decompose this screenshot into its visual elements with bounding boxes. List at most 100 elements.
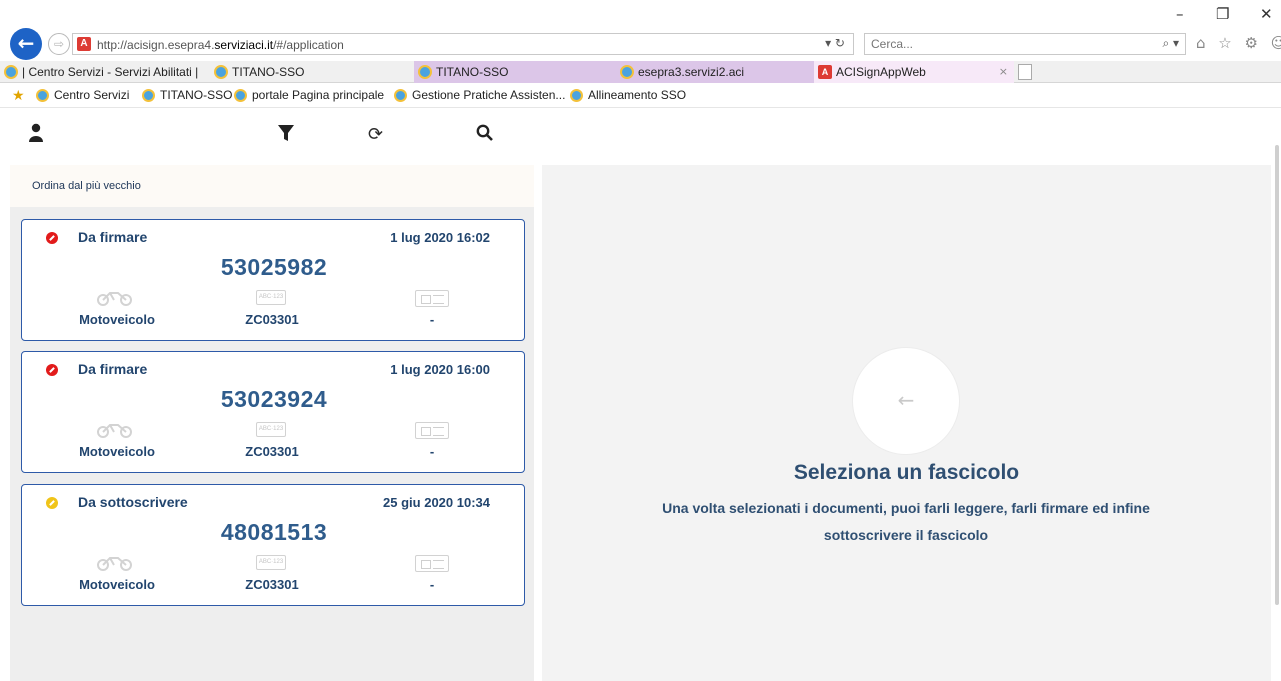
forward-button[interactable]: ⇨	[48, 33, 70, 55]
id-document-icon	[415, 290, 449, 307]
ie-icon	[394, 89, 407, 102]
tab-titano-sso-2[interactable]: TITANO-SSO	[414, 61, 616, 83]
ie-icon	[4, 65, 18, 79]
card-date: 1 lug 2020 16:02	[390, 230, 490, 245]
scroll-thumb[interactable]	[1275, 145, 1279, 605]
sort-bar: Ordina dal più vecchio	[10, 165, 534, 207]
fav-gestione-pratiche[interactable]: Gestione Pratiche Assisten...	[394, 88, 565, 102]
arrow-left-icon: ←	[897, 388, 915, 412]
search-icon[interactable]	[476, 123, 494, 148]
address-row: ← ⇨ A http://acisign.esepra4.serviziaci.…	[0, 26, 1281, 62]
angular-site-icon: A	[77, 37, 91, 51]
vehicle-type: Motoveicolo	[79, 577, 155, 592]
refresh-dropdown-icon[interactable]: ▾ ↻	[825, 36, 845, 50]
app-toolbar: ⟳	[10, 115, 1271, 165]
ie-icon	[36, 89, 49, 102]
tab-close-icon[interactable]: ×	[999, 61, 1008, 83]
restore-button[interactable]: ❐	[1216, 6, 1229, 22]
tab-titano-sso-1[interactable]: TITANO-SSO	[210, 61, 414, 83]
plate-icon: ABC·123	[256, 422, 286, 437]
fascicolo-card[interactable]: Da firmare 1 lug 2020 16:00 53023924 ABC…	[21, 351, 525, 473]
close-window-button[interactable]: ✕	[1260, 6, 1273, 22]
ie-icon	[234, 89, 247, 102]
ie-icon	[570, 89, 583, 102]
status-yellow-icon	[46, 497, 58, 509]
fav-label: Gestione Pratiche Assisten...	[412, 88, 566, 102]
home-favorites-settings-icons[interactable]: ⌂ ☆ ⚙ ☺	[1196, 34, 1281, 52]
tab-label: | Centro Servizi - Servizi Abilitati |	[22, 65, 199, 79]
fav-portale[interactable]: portale Pagina principale	[234, 88, 384, 102]
fav-label: TITANO-SSO	[160, 88, 233, 102]
filter-icon[interactable]	[278, 123, 294, 148]
status-label: Da firmare	[78, 361, 148, 377]
back-button[interactable]: ←	[10, 28, 42, 60]
url-domain: serviziaci.it	[214, 38, 274, 52]
address-bar[interactable]: A http://acisign.esepra4.serviziaci.it/#…	[72, 33, 854, 55]
document-code: -	[429, 577, 435, 592]
empty-state-message: Una volta selezionati i documenti, puoi …	[662, 500, 1150, 543]
fav-allineamento-sso[interactable]: Allineamento SSO	[570, 88, 686, 102]
search-dropdown-icon[interactable]: ⌕ ▾	[1162, 36, 1179, 51]
plate-code: ZC03301	[245, 444, 299, 459]
fav-label: portale Pagina principale	[252, 88, 385, 102]
arrow-right-icon: ⇨	[53, 37, 65, 51]
empty-state-title: Seleziona un fascicolo	[793, 461, 1020, 484]
id-document-icon	[415, 555, 449, 572]
tab-label: TITANO-SSO	[232, 65, 305, 79]
detail-panel: ← Seleziona un fascicolo Una volta selez…	[542, 165, 1271, 681]
plate-icon: ABC·123	[256, 290, 286, 305]
panel-divider	[534, 165, 542, 681]
ie-icon	[214, 65, 228, 79]
document-code: -	[429, 312, 435, 327]
card-date: 1 lug 2020 16:00	[390, 362, 490, 377]
id-document-icon	[415, 422, 449, 439]
refresh-icon[interactable]: ⟳	[368, 123, 383, 147]
plate-icon: ABC·123	[256, 555, 286, 570]
angular-icon: A	[818, 65, 832, 79]
vehicle-type: Motoveicolo	[79, 312, 155, 327]
url-prefix: http://acisign.esepra4.	[97, 38, 215, 52]
search-input[interactable]	[871, 37, 1131, 51]
arrow-left-icon: ←	[17, 31, 35, 55]
fav-label: Centro Servizi	[54, 88, 130, 102]
ie-icon	[142, 89, 155, 102]
sort-oldest-link[interactable]: Ordina dal più vecchio	[32, 180, 141, 192]
card-number: 53025982	[220, 254, 328, 280]
favorites-bar: ★ Centro Servizi TITANO-SSO portale Pagi…	[0, 84, 1281, 108]
tab-acisignappweb[interactable]: A ACISignAppWeb ×	[814, 61, 1014, 83]
tab-centro-servizi[interactable]: | Centro Servizi - Servizi Abilitati |	[0, 61, 210, 83]
tab-label: ACISignAppWeb	[836, 65, 926, 79]
user-icon[interactable]	[28, 123, 44, 148]
empty-state-circle: ←	[852, 347, 960, 455]
fascicoli-list-panel: Ordina dal più vecchio Da firmare 1 lug …	[10, 165, 534, 681]
card-number: 53023924	[220, 386, 328, 412]
title-bar: – ❐ ✕	[0, 0, 1281, 28]
status-label: Da sottoscrivere	[78, 494, 188, 510]
fav-centro-servizi[interactable]: Centro Servizi	[36, 88, 129, 102]
page-scrollbar[interactable]	[1273, 115, 1281, 681]
ie-icon	[418, 65, 432, 79]
tab-esepra3[interactable]: esepra3.servizi2.aci	[616, 61, 814, 83]
ie-icon	[620, 65, 634, 79]
minimize-button[interactable]: –	[1176, 6, 1184, 22]
search-box[interactable]: ⌕ ▾	[864, 33, 1186, 55]
status-label: Da firmare	[78, 229, 148, 245]
tab-label: TITANO-SSO	[436, 65, 509, 79]
vehicle-type: Motoveicolo	[79, 444, 155, 459]
tab-strip: | Centro Servizi - Servizi Abilitati | T…	[0, 61, 1281, 83]
card-number: 48081513	[220, 519, 328, 545]
fascicolo-card[interactable]: Da firmare 1 lug 2020 16:02 53025982 ABC…	[21, 219, 525, 341]
document-code: -	[429, 444, 435, 459]
browser-window: – ❐ ✕ ← ⇨ A http://acisign.esepra4.servi…	[0, 0, 1281, 681]
url-text[interactable]: http://acisign.esepra4.serviziaci.it/#/a…	[97, 38, 344, 52]
plate-code: ZC03301	[245, 312, 299, 327]
status-red-icon	[46, 364, 58, 376]
fav-titano-sso[interactable]: TITANO-SSO	[142, 88, 232, 102]
tab-label: esepra3.servizi2.aci	[638, 65, 745, 79]
fascicolo-card[interactable]: Da sottoscrivere 25 giu 2020 10:34 48081…	[21, 484, 525, 606]
motorcycle-icon	[97, 292, 132, 306]
motorcycle-icon	[97, 424, 132, 438]
favorites-star-icon[interactable]: ★	[12, 88, 25, 104]
new-tab-button[interactable]	[1018, 64, 1032, 80]
motorcycle-icon	[97, 557, 132, 571]
